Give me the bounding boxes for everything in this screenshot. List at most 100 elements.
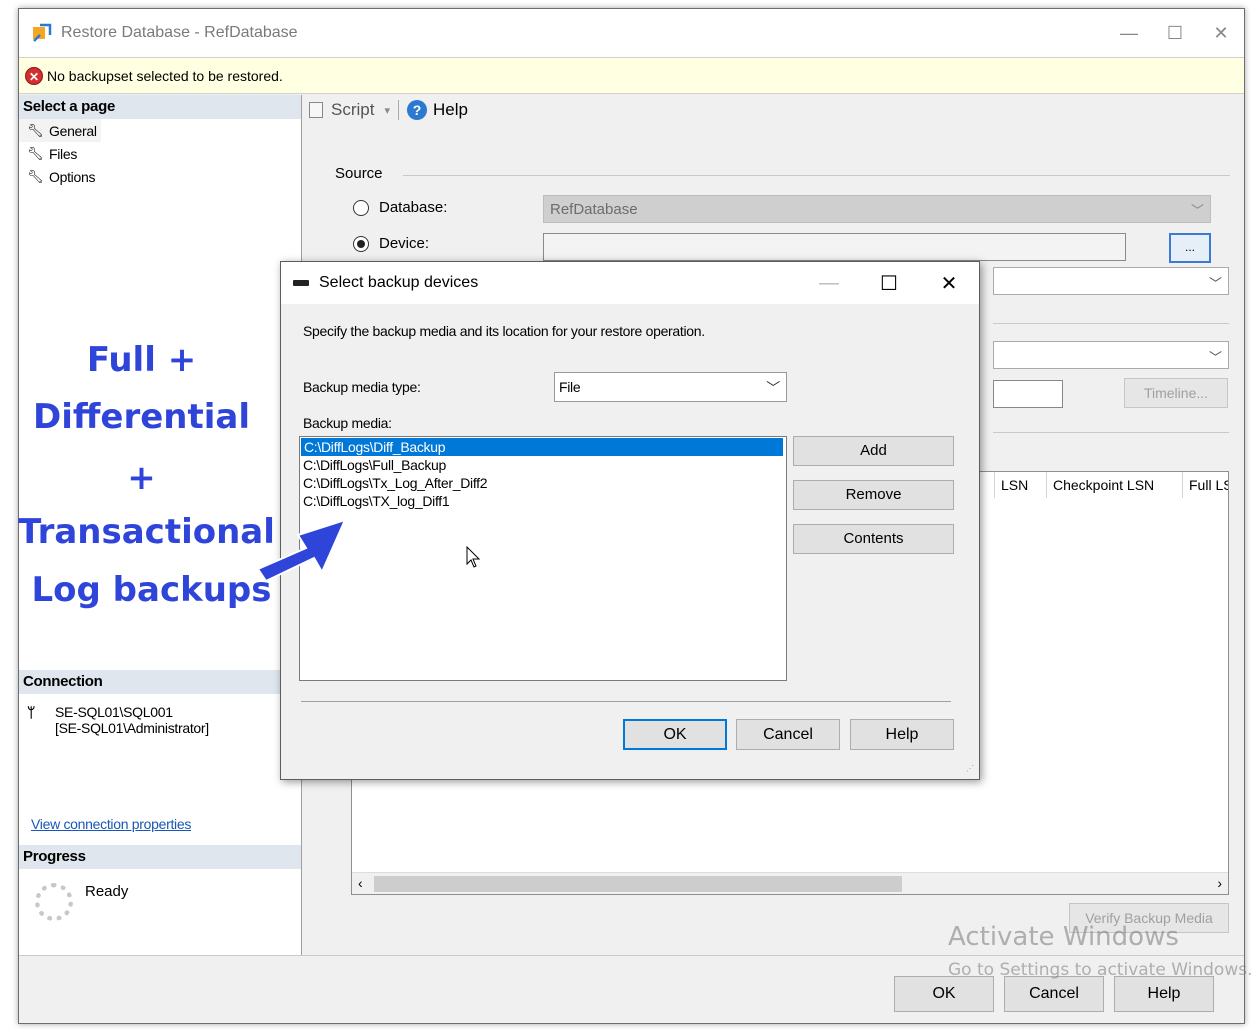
dialog-cancel-button[interactable]: Cancel bbox=[736, 719, 840, 750]
connection-header: Connection bbox=[19, 670, 301, 694]
progress-spinner-icon bbox=[35, 883, 73, 921]
restore-to-textbox bbox=[993, 380, 1063, 408]
device-radio[interactable] bbox=[353, 235, 369, 252]
contents-button[interactable]: Contents bbox=[793, 524, 954, 554]
maximize-button[interactable]: ☐ bbox=[1152, 9, 1198, 57]
error-message: No backupset selected to be restored. bbox=[47, 67, 283, 84]
page-item-files[interactable]: 🔧︎ Files bbox=[19, 142, 301, 165]
database-target-combo: ﹀ bbox=[993, 341, 1229, 369]
device-input[interactable] bbox=[543, 233, 1126, 261]
dialog-title-bar: Select backup devices — ☐ ✕ bbox=[281, 262, 979, 304]
grid-header-lsn[interactable]: LSN bbox=[994, 472, 1046, 498]
list-item[interactable]: C:\DiffLogs\TX_log_Diff1 bbox=[300, 492, 786, 510]
dialog-ok-button[interactable]: OK bbox=[623, 719, 727, 750]
browse-device-button[interactable]: ... bbox=[1169, 233, 1211, 263]
page-item-label: Options bbox=[49, 168, 96, 185]
ok-button[interactable]: OK bbox=[894, 976, 994, 1012]
chevron-down-icon: ﹀ bbox=[766, 380, 780, 396]
close-button[interactable]: ✕ bbox=[1198, 9, 1244, 57]
remove-button[interactable]: Remove bbox=[793, 480, 954, 510]
dialog-separator bbox=[301, 701, 951, 702]
annotation-line-2: Differential bbox=[32, 397, 250, 437]
backup-media-list[interactable]: C:\DiffLogs\Diff_Backup C:\DiffLogs\Full… bbox=[299, 436, 787, 681]
database-combo: RefDatabase ﹀ bbox=[543, 195, 1211, 223]
connection-icon: ᛘ bbox=[27, 704, 36, 720]
background-combo: ﹀ bbox=[993, 267, 1229, 295]
script-label: Script bbox=[331, 100, 375, 119]
window-title: Restore Database - RefDatabase bbox=[61, 24, 298, 41]
media-type-select[interactable]: File ﹀ bbox=[554, 372, 787, 402]
media-type-label: Backup media type: bbox=[303, 379, 421, 395]
add-button[interactable]: Add bbox=[793, 436, 954, 466]
connection-user: [SE-SQL01\Administrator] bbox=[55, 720, 209, 736]
resize-grip-icon[interactable]: ⋰ bbox=[966, 765, 976, 776]
database-value: RefDatabase bbox=[550, 201, 638, 218]
source-group-line bbox=[403, 175, 1230, 176]
minimize-button[interactable]: — bbox=[1106, 9, 1152, 57]
scrollbar-thumb[interactable] bbox=[374, 876, 902, 892]
connection-section: Connection ᛘ SE-SQL01\SQL001 [SE-SQL01\A… bbox=[19, 670, 301, 736]
error-icon: ✕ bbox=[25, 66, 43, 85]
error-infobar: ✕ No backupset selected to be restored. bbox=[19, 57, 1244, 94]
backupsets-group-line bbox=[993, 432, 1229, 433]
help-label: Help bbox=[433, 100, 468, 119]
chevron-down-icon: ﹀ bbox=[1190, 203, 1204, 218]
script-button[interactable]: Script ▾ bbox=[309, 100, 390, 120]
dialog-minimize-button[interactable]: — bbox=[799, 262, 859, 304]
database-label: Database: bbox=[379, 199, 448, 216]
grid-header-checkpoint-lsn[interactable]: Checkpoint LSN bbox=[1046, 472, 1182, 498]
page-item-options[interactable]: 🔧︎ Options bbox=[19, 165, 301, 188]
dialog-help-button[interactable]: Help bbox=[850, 719, 954, 750]
wrench-icon: 🔧︎ bbox=[27, 168, 44, 184]
dialog-maximize-button[interactable]: ☐ bbox=[859, 262, 919, 304]
source-legend: Source bbox=[335, 165, 391, 182]
progress-status: Ready bbox=[85, 883, 129, 900]
view-connection-properties-link[interactable]: View connection properties bbox=[31, 816, 191, 832]
list-item[interactable]: C:\DiffLogs\Diff_Backup bbox=[301, 438, 783, 456]
cancel-button[interactable]: Cancel bbox=[1004, 976, 1104, 1012]
dialog-close-button[interactable]: ✕ bbox=[919, 262, 979, 304]
scroll-right-icon[interactable]: › bbox=[1217, 875, 1222, 891]
select-backup-devices-dialog: Select backup devices — ☐ ✕ Specify the … bbox=[280, 261, 980, 780]
device-label: Device: bbox=[379, 235, 430, 252]
annotation-line-5: Log backups bbox=[31, 570, 272, 610]
progress-section: Progress Ready bbox=[19, 845, 301, 921]
horizontal-scrollbar[interactable]: ‹ › bbox=[352, 872, 1228, 894]
annotation-line-3: + bbox=[127, 458, 156, 498]
page-item-label: General bbox=[49, 122, 97, 139]
activate-windows-hint: Go to Settings to activate Windows. bbox=[948, 960, 1251, 980]
dialog-instruction: Specify the backup media and its locatio… bbox=[303, 323, 705, 339]
dialog-title: Select backup devices bbox=[319, 274, 479, 291]
timeline-button: Timeline... bbox=[1124, 378, 1228, 408]
connection-server: SE-SQL01\SQL001 bbox=[55, 704, 173, 720]
database-radio[interactable] bbox=[353, 199, 369, 216]
database-radio-row[interactable]: Database: bbox=[353, 199, 447, 216]
select-page-header: Select a page bbox=[19, 95, 301, 119]
wrench-icon: 🔧︎ bbox=[27, 122, 44, 138]
device-radio-row[interactable]: Device: bbox=[353, 235, 429, 252]
page-item-label: Files bbox=[49, 145, 78, 162]
script-icon bbox=[309, 102, 323, 118]
restore-database-icon bbox=[31, 22, 53, 44]
backup-media-label: Backup media: bbox=[303, 415, 392, 431]
annotation-line-4: Transactional bbox=[18, 512, 275, 552]
media-type-value: File bbox=[559, 379, 581, 395]
help-button[interactable]: ? Help bbox=[407, 100, 468, 120]
chevron-down-icon: ﹀ bbox=[1208, 276, 1222, 291]
title-bar: Restore Database - RefDatabase — ☐ ✕ bbox=[19, 9, 1244, 57]
wrench-icon: 🔧︎ bbox=[27, 145, 44, 161]
page-item-general[interactable]: 🔧︎ General bbox=[19, 119, 101, 142]
list-item[interactable]: C:\DiffLogs\Full_Backup bbox=[300, 456, 786, 474]
destination-group-line bbox=[993, 323, 1229, 324]
dropdown-arrow-icon[interactable]: ▾ bbox=[384, 104, 390, 117]
activate-windows-watermark: Activate Windows bbox=[948, 922, 1179, 952]
list-item[interactable]: C:\DiffLogs\Tx_Log_After_Diff2 bbox=[300, 474, 786, 492]
help-icon: ? bbox=[407, 100, 427, 120]
chevron-down-icon: ﹀ bbox=[1208, 350, 1222, 365]
scroll-left-icon[interactable]: ‹ bbox=[358, 875, 363, 891]
help-button-bottom[interactable]: Help bbox=[1114, 976, 1214, 1012]
progress-header: Progress bbox=[19, 845, 301, 869]
mouse-cursor-icon bbox=[466, 546, 481, 568]
annotation-line-1: Full + bbox=[86, 340, 197, 380]
grid-header-full-lsn[interactable]: Full LS bbox=[1182, 472, 1228, 498]
